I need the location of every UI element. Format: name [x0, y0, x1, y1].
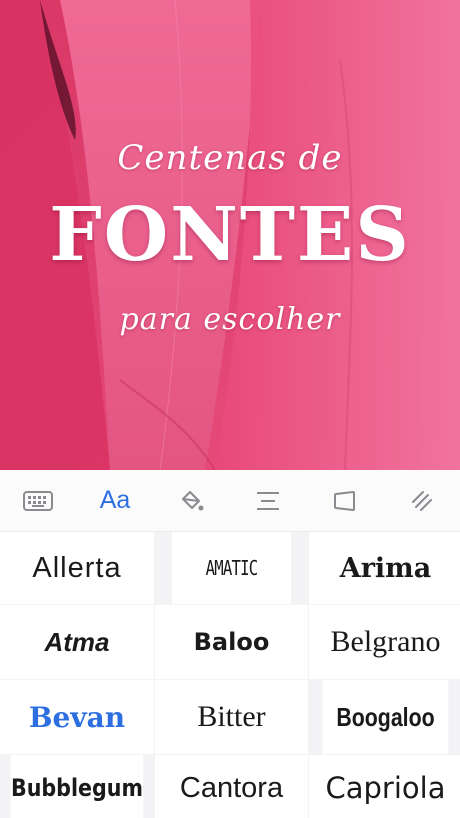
font-option-arima[interactable]: Arima	[309, 532, 460, 604]
font-option-allerta[interactable]: Allerta	[0, 532, 154, 604]
font-option-bitter[interactable]: Bitter	[155, 680, 308, 754]
shape-button[interactable]	[315, 470, 375, 532]
hero-subtitle-top[interactable]: Centenas de	[0, 138, 460, 178]
font-option-baloo[interactable]: Baloo	[155, 605, 308, 679]
keyboard-icon	[23, 490, 54, 511]
app-window: Centenas de FONTES para escolher Aa Alle…	[0, 0, 460, 818]
font-option-boogaloo[interactable]: Boogaloo	[322, 680, 449, 754]
opacity-icon	[411, 490, 432, 511]
font-option-capriola[interactable]: Capriola	[309, 755, 460, 818]
font-option-bubblegum[interactable]: Bubblegum	[10, 755, 144, 818]
font-option-belgrano[interactable]: Belgrano	[309, 605, 460, 679]
opacity-button[interactable]	[392, 470, 452, 532]
align-button[interactable]	[238, 470, 298, 532]
align-center-icon	[257, 491, 280, 510]
hero-subtitle-bottom[interactable]: para escolher	[0, 302, 460, 337]
shape-icon	[333, 490, 355, 511]
font-option-cantora[interactable]: Cantora	[155, 755, 308, 818]
font-option-amatic[interactable]: AMATIC	[171, 532, 292, 604]
color-fill-button[interactable]	[162, 470, 222, 532]
font-picker-grid: Allerta AMATIC Arima Atma Baloo Belgrano…	[0, 532, 460, 818]
color-fill-icon	[181, 490, 204, 510]
background-photo[interactable]: Centenas de FONTES para escolher	[0, 0, 460, 470]
font-icon: Aa	[99, 486, 131, 514]
text-tools-toolbar: Aa	[0, 470, 460, 532]
font-option-atma[interactable]: Atma	[0, 605, 154, 679]
keyboard-button[interactable]	[8, 470, 68, 532]
font-button[interactable]: Aa	[85, 470, 145, 532]
hero-title[interactable]: FONTES	[0, 198, 460, 272]
font-option-bevan[interactable]: Bevan	[0, 680, 154, 754]
